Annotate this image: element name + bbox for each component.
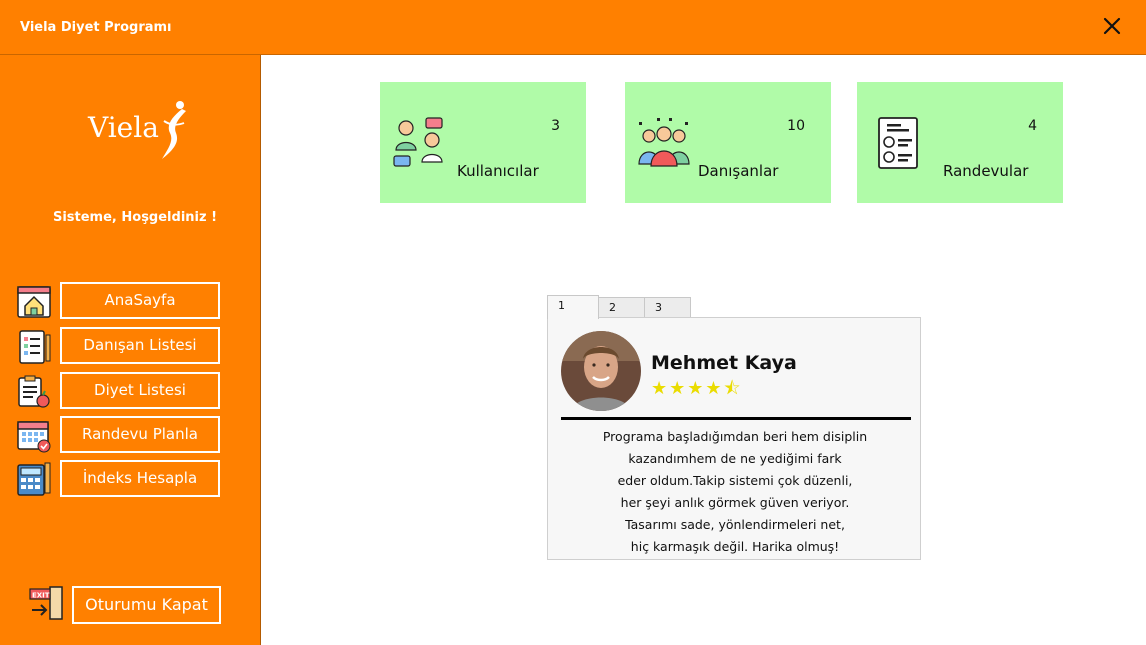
title-bar: Viela Diyet Programı: [0, 0, 1146, 55]
clients-label: Danışanlar: [698, 162, 779, 180]
logo-text: Viela: [88, 111, 159, 144]
viela-logo: Viela: [86, 99, 196, 161]
avatar: [561, 331, 641, 411]
reviewer-name: Mehmet Kaya: [651, 352, 797, 374]
users-count: 3: [551, 118, 560, 134]
window-title: Viela Diyet Programı: [20, 20, 172, 35]
users-card[interactable]: 3 Kullanıcılar: [380, 82, 586, 203]
welcome-text: Sisteme, Hoşgeldiniz !: [52, 210, 218, 225]
tab-2[interactable]: 2: [598, 297, 645, 318]
clients-card[interactable]: 10 Danışanlar: [625, 82, 831, 203]
checklist-icon: [19, 330, 51, 364]
appointments-card[interactable]: 4 Randevular: [857, 82, 1063, 203]
review-line: eder oldum.Takip sistemi çok düzenli,: [617, 473, 853, 488]
rating-stars: ★★★★⯪: [651, 378, 743, 399]
nav-anasayfa-button[interactable]: AnaSayfa: [60, 282, 220, 319]
divider: [561, 417, 911, 420]
nav-indeks-hesapla-button[interactable]: İndeks Hesapla: [60, 460, 220, 497]
svg-text:EXIT: EXIT: [32, 592, 50, 600]
testimonial-panel: Mehmet Kaya ★★★★⯪ Programa başladığımdan…: [547, 317, 921, 560]
calculator-icon: [17, 462, 51, 496]
review-line: her şeyi anlık görmek güven veriyor.: [620, 495, 850, 510]
review-line: hiç karmaşık değil. Harika olmuş!: [630, 539, 840, 554]
home-window-icon: [17, 286, 51, 318]
nav-danisan-listesi-button[interactable]: Danışan Listesi: [60, 327, 220, 364]
logout-button[interactable]: Oturumu Kapat: [72, 586, 221, 624]
tab-3[interactable]: 3: [644, 297, 691, 318]
users-label: Kullanıcılar: [457, 162, 539, 180]
review-line: Programa başladığımdan beri hem disiplin: [602, 429, 868, 444]
group-people-icon: [638, 118, 690, 167]
review-line: Tasarımı sade, yönlendirmeleri net,: [625, 517, 845, 532]
appointment-document-icon: [878, 117, 918, 169]
calendar-check-icon: [17, 421, 51, 453]
nav-randevu-planla-button[interactable]: Randevu Planla: [60, 416, 220, 453]
sidebar: Viela Sisteme, Hoşgeldiniz ! AnaSayfa Da…: [0, 55, 261, 645]
appointments-label: Randevular: [943, 162, 1029, 180]
diet-clipboard-icon: [18, 375, 50, 408]
clients-count: 10: [787, 118, 805, 134]
review-text: Programa başladığımdan beri hem disiplin…: [548, 426, 922, 558]
close-icon[interactable]: [1100, 14, 1124, 38]
tab-1[interactable]: 1: [547, 295, 599, 319]
review-line: kazandımhem de ne yediğimi fark: [628, 451, 842, 466]
exit-door-icon: EXIT: [29, 586, 63, 620]
nav-diyet-listesi-button[interactable]: Diyet Listesi: [60, 372, 220, 409]
appointments-count: 4: [1028, 118, 1037, 134]
users-chat-icon: [393, 117, 443, 167]
